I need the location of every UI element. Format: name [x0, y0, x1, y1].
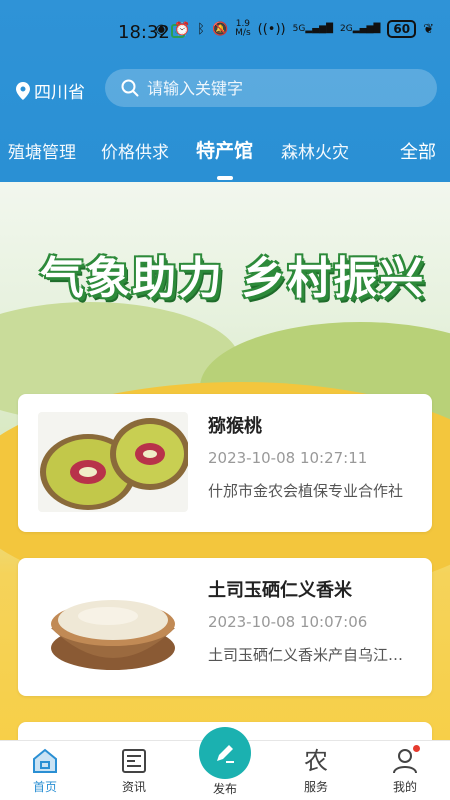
agri-icon: 农: [304, 747, 328, 775]
search-icon: [121, 79, 139, 97]
notification-dot: [413, 745, 420, 752]
news-icon: [122, 749, 146, 773]
status-icons: ◉ ⏰ ᛒ 🔕 1.9 M/s ((•)) 5G▂▄▆█ 2G▂▄▆█ 60 ❦: [156, 20, 434, 38]
category-tabs: 殖塘管理 价格供求 特产馆 森林火灾: [0, 134, 450, 174]
mute-icon: 🔕: [211, 21, 229, 37]
nav-news[interactable]: 资讯: [104, 747, 164, 795]
product-desc: 什邡市金农会植保专业合作社: [208, 482, 404, 500]
top-header: 18:32 ◡ ◉ ⏰ ᛒ 🔕 1.9 M/s ((•)) 5G▂▄▆█ 2G▂…: [0, 0, 450, 182]
nav-mine[interactable]: 我的: [375, 747, 435, 795]
home-icon: [33, 748, 57, 773]
nav-service-label: 服务: [303, 780, 328, 794]
nav-service[interactable]: 农 服务: [286, 747, 346, 795]
tab-forest-fire[interactable]: 森林火灾: [281, 138, 349, 163]
tab-all[interactable]: 全部: [400, 138, 436, 164]
tab-price-supply[interactable]: 价格供求: [101, 138, 169, 163]
tab-specialty-hall[interactable]: 特产馆: [196, 136, 253, 163]
signal-2g-label: 2G: [340, 24, 353, 34]
product-desc: 土司玉硒仁义香米产自乌江流域: [208, 646, 408, 664]
search-bar[interactable]: [105, 69, 437, 107]
banner-title: 气象助力 乡村振兴: [40, 253, 426, 304]
rice-image: [38, 576, 188, 676]
nav-news-label: 资讯: [121, 780, 146, 794]
product-time: 2023-10-08 10:07:06: [208, 613, 368, 631]
location-pin-icon: [16, 81, 30, 100]
pencil-icon: [217, 745, 234, 763]
location-label: 四川省: [34, 83, 85, 103]
signal-5g-label: 5G: [292, 24, 306, 34]
nav-home[interactable]: 首页: [15, 747, 75, 795]
net-speed-unit: M/s: [235, 28, 251, 38]
publish-button[interactable]: [199, 727, 251, 779]
product-title: 土司玉硒仁义香米: [208, 580, 352, 601]
search-input[interactable]: [147, 78, 417, 98]
net-speed: 1.9 M/s: [235, 20, 251, 38]
tab-pond-management[interactable]: 殖塘管理: [8, 138, 76, 163]
kiwi-image: [38, 412, 188, 512]
signal-5g-icon: 5G▂▄▆█: [292, 24, 333, 34]
product-title: 猕猴桃: [208, 416, 262, 437]
bottom-navigation: 首页 资讯 发布 农 服务 我的: [0, 727, 450, 800]
bluetooth-icon: ᛒ: [197, 21, 205, 37]
eye-icon: ◉: [155, 21, 167, 37]
nav-mine-label: 我的: [392, 780, 417, 794]
leaf-icon: ❦: [423, 21, 434, 37]
product-time: 2023-10-08 10:27:11: [208, 449, 368, 467]
alarm-icon: ⏰: [173, 21, 191, 37]
signal-2g-icon: 2G▂▄▆█: [340, 24, 381, 34]
tab-indicator: [217, 176, 233, 180]
nav-home-label: 首页: [32, 780, 57, 794]
nav-publish-label: 发布: [212, 782, 237, 796]
location-selector[interactable]: 四川省: [16, 78, 85, 103]
battery-icon: 60: [387, 20, 417, 38]
hotspot-icon: ((•)): [257, 21, 286, 37]
product-card[interactable]: 猕猴桃 2023-10-08 10:27:11 什邡市金农会植保专业合作社: [18, 394, 432, 532]
status-bar: 18:32 ◡ ◉ ⏰ ᛒ 🔕 1.9 M/s ((•)) 5G▂▄▆█ 2G▂…: [0, 0, 450, 64]
product-card[interactable]: 土司玉硒仁义香米 2023-10-08 10:07:06 土司玉硒仁义香米产自乌…: [18, 558, 432, 696]
